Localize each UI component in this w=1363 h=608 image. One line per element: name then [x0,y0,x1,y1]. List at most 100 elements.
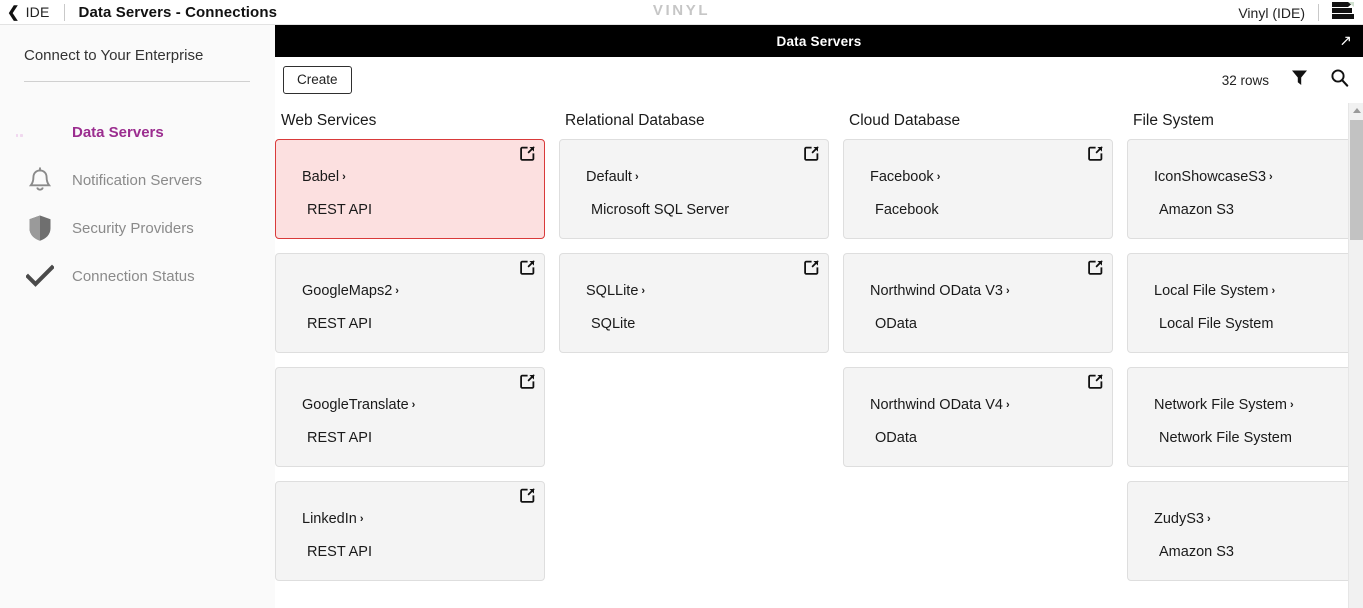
column-header: Cloud Database [843,103,1127,139]
board-vertical-scrollbar[interactable] [1348,103,1363,608]
data-server-card[interactable]: SQLLite› SQLite [559,253,829,353]
column-header: File System [1127,103,1363,139]
card-type: SQLite [591,316,635,332]
chevron-right-icon: › [1290,399,1294,411]
external-link-icon[interactable] [520,374,535,394]
data-server-card[interactable]: GoogleTranslate›REST API [275,367,545,467]
panel-title-bar: Data Servers ↗ [275,25,1363,57]
external-link-icon[interactable] [1088,146,1103,166]
sidebar-item-notification-servers[interactable]: Notification Servers [0,156,275,204]
board-column: Cloud DatabaseFacebook›FacebookNorthwind… [843,103,1127,608]
card-type: OData [875,430,917,446]
card-name[interactable]: IconShowcaseS3› [1154,169,1273,185]
card-type: REST API [307,316,372,332]
card-name[interactable]: Northwind OData V4› [870,397,1010,413]
card-name[interactable]: LinkedIn› [302,511,364,527]
card-name-text: Network File System [1154,397,1287,413]
external-link-icon[interactable] [520,488,535,508]
hamburger-menu-icon[interactable] [1332,2,1354,24]
chevron-right-icon: › [1006,399,1010,411]
data-server-card[interactable]: ZudyS3›Amazon S3 [1127,481,1363,581]
sidebar-nav-list: Data Servers Notification Servers Securi… [0,108,275,300]
search-magnifier-icon[interactable] [1330,68,1349,92]
chevron-right-icon: › [395,285,399,297]
current-app-label[interactable]: Vinyl (IDE) [1238,5,1305,21]
card-type: OData [875,316,917,332]
card-name[interactable]: Default› [586,169,639,185]
column-header: Web Services [275,103,559,139]
data-server-card[interactable]: GoogleMaps2› REST API [275,253,545,353]
card-name-text: Local File System [1154,283,1268,299]
data-server-card[interactable]: Local File System›Local File System [1127,253,1363,353]
external-link-icon[interactable] [520,260,535,280]
sidebar-item-data-servers[interactable]: Data Servers [0,108,275,156]
main-panel: Data Servers ↗ Create 32 rows Web Servic… [275,25,1363,608]
data-server-card[interactable]: Northwind OData V3› OData [843,253,1113,353]
sidebar-item-label: Security Providers [72,220,194,237]
card-name-text: Northwind OData V4 [870,397,1003,413]
chevron-right-icon: › [342,171,346,183]
sidebar-title: Connect to Your Enterprise [24,47,275,64]
chevron-right-icon: › [641,285,645,297]
sidebar-item-connection-status[interactable]: Connection Status [0,252,275,300]
filter-funnel-icon[interactable] [1291,69,1308,91]
card-type: Network File System [1159,430,1292,446]
sidebar-item-security-providers[interactable]: Security Providers [0,204,275,252]
card-name-text: Default [586,169,632,185]
bell-icon [24,167,56,194]
card-name[interactable]: GoogleMaps2› [302,283,399,299]
chevron-right-icon: › [1269,171,1273,183]
data-server-card[interactable]: LinkedIn› REST API [275,481,545,581]
card-name-text: GoogleTranslate [302,397,409,413]
card-name-text: Babel [302,169,339,185]
chevron-right-icon: › [360,513,364,525]
checkmark-icon [24,264,56,288]
data-server-card[interactable]: IconShowcaseS3›Amazon S3 [1127,139,1363,239]
card-name[interactable]: Facebook› [870,169,940,185]
chevron-right-icon: › [937,171,941,183]
card-type: REST API [307,202,372,218]
column-header: Relational Database [559,103,843,139]
card-name[interactable]: Local File System› [1154,283,1275,299]
data-server-card[interactable]: Babel› REST API [275,139,545,239]
external-link-icon[interactable] [804,146,819,166]
external-link-icon[interactable] [1088,374,1103,394]
external-link-icon[interactable] [520,146,535,166]
card-name-text: GoogleMaps2 [302,283,392,299]
scrollbar-thumb[interactable] [1350,120,1363,240]
card-name[interactable]: Network File System› [1154,397,1294,413]
sidebar-item-label: Connection Status [72,268,195,285]
card-name[interactable]: GoogleTranslate› [302,397,415,413]
chevron-right-icon: › [412,399,416,411]
card-name-text: Northwind OData V3 [870,283,1003,299]
card-type: REST API [307,544,372,560]
data-server-card[interactable]: Default›Microsoft SQL Server [559,139,829,239]
card-name-text: SQLLite [586,283,638,299]
card-name[interactable]: Babel› [302,169,346,185]
sidebar-item-label: Notification Servers [72,172,202,189]
external-link-icon[interactable] [1088,260,1103,280]
create-button[interactable]: Create [283,66,352,94]
sidebar-divider [24,81,250,82]
board-column: Web ServicesBabel›REST APIGoogleMaps2›RE… [275,103,559,608]
card-name[interactable]: Northwind OData V3› [870,283,1010,299]
card-type: Facebook [875,202,939,218]
card-name[interactable]: ZudyS3› [1154,511,1211,527]
board-column: File SystemIconShowcaseS3›Amazon S3 Local… [1127,103,1363,608]
card-name-text: LinkedIn [302,511,357,527]
panel-toolbar: Create 32 rows [275,57,1363,103]
card-name-text: Facebook [870,169,934,185]
scroll-up-arrow-icon[interactable] [1349,103,1363,118]
expand-arrow-icon[interactable]: ↗ [1339,34,1352,49]
card-name[interactable]: SQLLite› [586,283,645,299]
header-right-group: Vinyl (IDE) [1238,0,1363,25]
data-server-card[interactable]: Facebook›Facebook [843,139,1113,239]
vinyl-logo: VINYL [0,2,1363,19]
chevron-right-icon: › [1207,513,1211,525]
data-server-card[interactable]: Northwind OData V4› OData [843,367,1113,467]
chevron-right-icon: › [1271,285,1275,297]
data-servers-board: Web ServicesBabel›REST APIGoogleMaps2›RE… [275,103,1363,608]
data-server-card[interactable]: Network File System›Network File System [1127,367,1363,467]
chevron-right-icon: › [1006,285,1010,297]
external-link-icon[interactable] [804,260,819,280]
